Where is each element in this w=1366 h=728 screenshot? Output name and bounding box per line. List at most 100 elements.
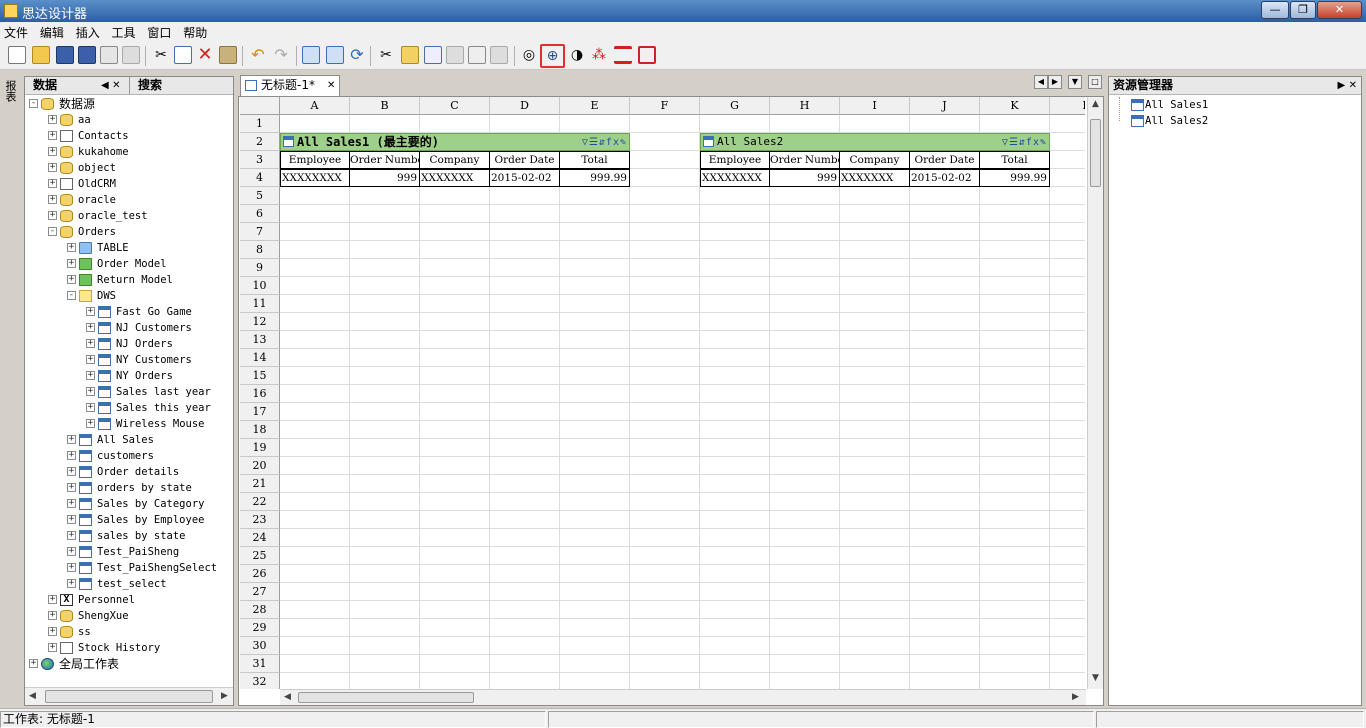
cut-icon[interactable]: ✂: [152, 46, 170, 64]
save-all-icon[interactable]: [78, 46, 96, 64]
menu-tools[interactable]: 工具: [108, 22, 140, 41]
expand-icon[interactable]: +: [67, 243, 76, 252]
expand-icon[interactable]: +: [48, 147, 57, 156]
column-header[interactable]: D: [490, 97, 560, 115]
row-header[interactable]: 5: [240, 187, 280, 205]
row-header[interactable]: 23: [240, 511, 280, 529]
expand-icon[interactable]: +: [48, 115, 57, 124]
row-header[interactable]: 24: [240, 529, 280, 547]
expand-icon[interactable]: +: [86, 403, 95, 412]
row-header[interactable]: 29: [240, 619, 280, 637]
column-header[interactable]: G: [700, 97, 770, 115]
sheet-grid[interactable]: ABCDEFGHIJKI 1 2 3 4 5 6 7 8 9 10 11 12 13 14 15 16 17 18…: [240, 97, 1085, 689]
scroll-up-icon[interactable]: ▲: [1092, 99, 1099, 109]
minimize-button[interactable]: —: [1261, 1, 1289, 19]
row-header[interactable]: 7: [240, 223, 280, 241]
row-header[interactable]: 16: [240, 385, 280, 403]
expand-icon[interactable]: +: [67, 563, 76, 572]
redo-icon[interactable]: ↷: [272, 46, 290, 64]
column-header[interactable]: J: [910, 97, 980, 115]
menu-file[interactable]: 文件: [0, 22, 32, 41]
dataset-tool-icons[interactable]: ▽☰⇵fx✎: [582, 135, 627, 151]
reload-icon[interactable]: ⟳: [348, 46, 366, 64]
dataset-cell[interactable]: XXXXXXXX: [280, 169, 350, 187]
expand-icon[interactable]: +: [48, 163, 57, 172]
row-header[interactable]: 15: [240, 367, 280, 385]
grid-horizontal-scrollbar[interactable]: ◀ ▶: [280, 689, 1086, 705]
grid-vertical-scrollbar[interactable]: ▲ ▼: [1087, 97, 1103, 689]
dataset-header[interactable]: All Sales1 (最主要的) ▽☰⇵fx✎: [280, 133, 630, 151]
row-header[interactable]: 1: [240, 115, 280, 133]
horizontal-scroll-thumb[interactable]: [298, 692, 474, 703]
add-column-icon[interactable]: [424, 46, 442, 64]
row-header[interactable]: 26: [240, 565, 280, 583]
column-header[interactable]: E: [560, 97, 630, 115]
expand-icon[interactable]: +: [67, 275, 76, 284]
column-header[interactable]: H: [770, 97, 840, 115]
expand-icon[interactable]: +: [48, 595, 57, 604]
row-header[interactable]: 21: [240, 475, 280, 493]
close-button[interactable]: ✕: [1317, 1, 1362, 19]
paste-icon[interactable]: [219, 46, 237, 64]
undo-icon[interactable]: ↶: [249, 46, 267, 64]
merge-icon[interactable]: ⁂: [590, 46, 608, 64]
dataset-column-header[interactable]: Employee: [280, 151, 350, 169]
delete-icon[interactable]: ✕: [196, 46, 214, 64]
row-header[interactable]: 17: [240, 403, 280, 421]
dataset-cell[interactable]: 999.99: [560, 169, 630, 187]
tab-close-icon[interactable]: ✕: [327, 76, 335, 95]
dataset-cell[interactable]: XXXXXXXX: [700, 169, 770, 187]
new-file-icon[interactable]: [8, 46, 26, 64]
row-header[interactable]: 14: [240, 349, 280, 367]
expand-icon[interactable]: +: [48, 195, 57, 204]
expand-icon[interactable]: +: [67, 259, 76, 268]
dataset-column-header[interactable]: Order Date: [910, 151, 980, 169]
dataset-column-header[interactable]: Employee: [700, 151, 770, 169]
difference-icon[interactable]: ◑: [568, 46, 586, 64]
column-header[interactable]: F: [630, 97, 700, 115]
report-strip-label[interactable]: 报表: [4, 80, 17, 102]
intersect-icon[interactable]: ◎: [520, 46, 538, 64]
h-scroll-left-icon[interactable]: ◀: [284, 692, 291, 702]
expand-icon[interactable]: +: [86, 419, 95, 428]
row-header[interactable]: 28: [240, 601, 280, 619]
copy-icon[interactable]: [174, 46, 192, 64]
column-header[interactable]: I: [1050, 97, 1085, 115]
expand-icon[interactable]: +: [67, 547, 76, 556]
expand-icon[interactable]: +: [86, 387, 95, 396]
expand-icon[interactable]: +: [86, 339, 95, 348]
expand-icon[interactable]: +: [67, 499, 76, 508]
preview-icon[interactable]: [100, 46, 118, 64]
dataset-cell[interactable]: 2015-02-02: [490, 169, 560, 187]
column-header[interactable]: K: [980, 97, 1050, 115]
dataset-column-header[interactable]: Order Number: [770, 151, 840, 169]
expand-icon[interactable]: +: [67, 579, 76, 588]
row-header[interactable]: 20: [240, 457, 280, 475]
align-icon[interactable]: [614, 46, 632, 64]
panel-pin-icon[interactable]: ▶ ✕: [1337, 77, 1357, 94]
dataset-column-header[interactable]: Total: [980, 151, 1050, 169]
print-icon[interactable]: [122, 46, 140, 64]
scroll-left-icon[interactable]: ◀: [29, 691, 36, 701]
menu-insert[interactable]: 插入: [72, 22, 104, 41]
expand-icon[interactable]: +: [67, 515, 76, 524]
dataset-tool-icons[interactable]: ▽☰⇵fx✎: [1002, 135, 1047, 151]
row-header[interactable]: 12: [240, 313, 280, 331]
union-icon[interactable]: ⊕: [540, 44, 565, 68]
expand-icon[interactable]: +: [48, 211, 57, 220]
row-header[interactable]: 4: [240, 169, 280, 187]
tree-horizontal-scrollbar[interactable]: ◀ ▶: [25, 687, 233, 705]
split-icon[interactable]: ✂: [377, 46, 395, 64]
grid-corner[interactable]: [240, 97, 280, 115]
collapse-icon[interactable]: -: [48, 227, 57, 236]
collapse-icon[interactable]: -: [67, 291, 76, 300]
panel-nav-icon[interactable]: ◀ ✕: [101, 77, 121, 94]
row-header[interactable]: 25: [240, 547, 280, 565]
menu-window[interactable]: 窗口: [143, 22, 175, 41]
dataset-cell[interactable]: XXXXXXX: [840, 169, 910, 187]
expand-icon[interactable]: +: [86, 371, 95, 380]
row-header[interactable]: 11: [240, 295, 280, 313]
row-header[interactable]: 8: [240, 241, 280, 259]
row-header[interactable]: 27: [240, 583, 280, 601]
row-header[interactable]: 9: [240, 259, 280, 277]
